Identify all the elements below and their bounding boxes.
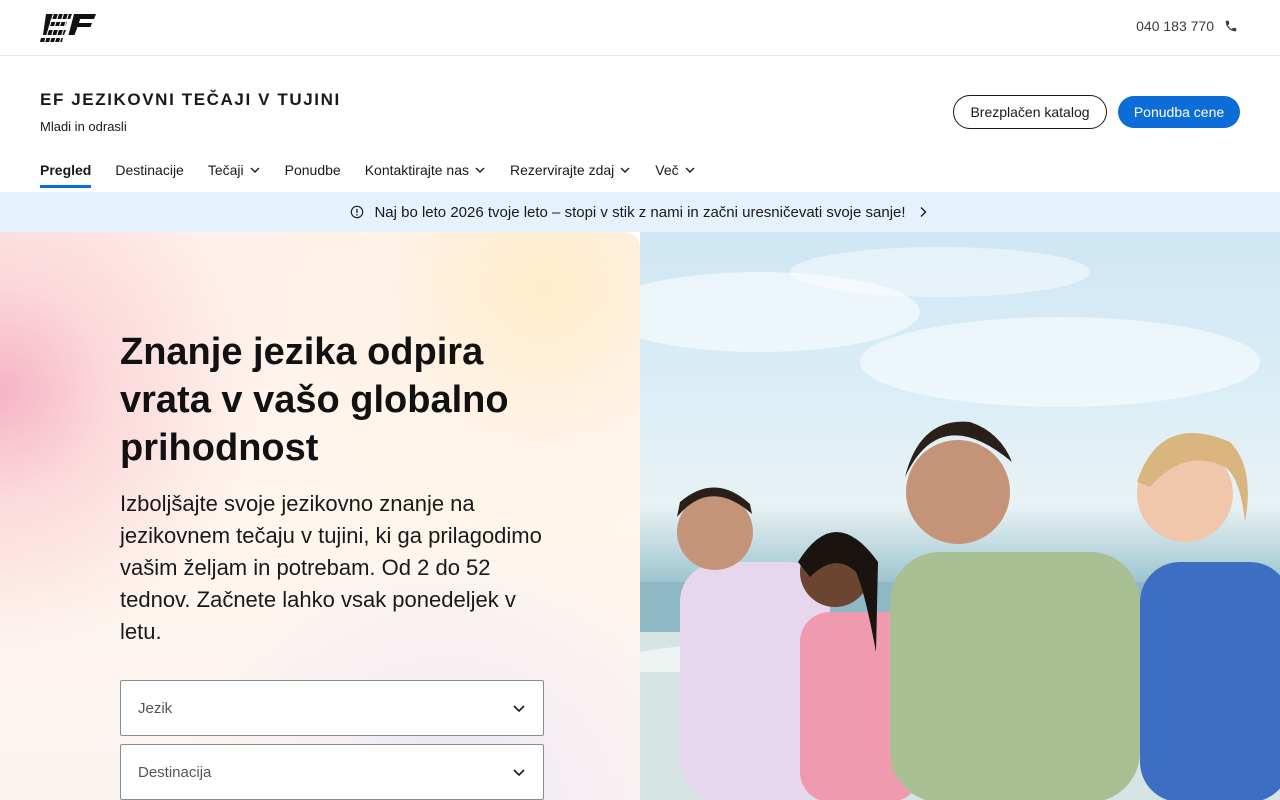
main-nav: Pregled Destinacije Tečaji Ponudbe Konta… bbox=[40, 156, 696, 192]
nav-item-label: Destinacije bbox=[115, 162, 184, 178]
phone-number: 040 183 770 bbox=[1136, 18, 1214, 34]
nav-item-label: Pregled bbox=[40, 162, 92, 178]
ef-logo[interactable] bbox=[40, 12, 96, 44]
nav-item-rezervirajte-zdaj[interactable]: Rezervirajte zdaj bbox=[510, 156, 631, 188]
destination-select[interactable]: Destinacija bbox=[120, 744, 544, 800]
nav-item-pregled[interactable]: Pregled bbox=[40, 156, 92, 188]
free-catalog-button[interactable]: Brezplačen katalog bbox=[953, 95, 1107, 129]
phone-contact[interactable]: 040 183 770 bbox=[1136, 18, 1238, 34]
chevron-down-icon bbox=[620, 167, 630, 173]
hero-lead: Izboljšajte svoje jezikovno znanje na je… bbox=[120, 491, 542, 644]
language-select-placeholder: Jezik bbox=[138, 699, 173, 717]
language-select[interactable]: Jezik bbox=[120, 680, 544, 736]
nav-item-label: Ponudbe bbox=[284, 162, 341, 178]
phone-icon bbox=[1225, 20, 1237, 32]
hero-photo bbox=[640, 232, 1280, 800]
nav-item-destinacije[interactable]: Destinacije bbox=[115, 156, 183, 188]
price-quote-button[interactable]: Ponudba cene bbox=[1118, 96, 1240, 128]
nav-item-tecaji[interactable]: Tečaji bbox=[208, 156, 261, 188]
chevron-down-icon bbox=[685, 167, 695, 173]
nav-item-label: Več bbox=[655, 162, 679, 178]
nav-item-label: Kontaktirajte nas bbox=[364, 162, 469, 178]
chevron-down-icon bbox=[513, 705, 525, 713]
hero-headline: Znanje jezika odpira vrata v vašo global… bbox=[120, 331, 509, 469]
nav-item-label: Tečaji bbox=[207, 162, 244, 178]
chevron-down-icon bbox=[475, 167, 485, 173]
nav-item-ponudbe[interactable]: Ponudbe bbox=[285, 156, 341, 188]
info-icon bbox=[351, 205, 364, 219]
top-bar: 040 183 770 bbox=[0, 0, 1280, 56]
destination-select-placeholder: Destinacija bbox=[138, 763, 212, 781]
chevron-down-icon bbox=[513, 769, 525, 777]
banner-text: Naj bo leto 2026 tvoje leto – stopi v st… bbox=[374, 203, 906, 221]
promo-banner[interactable]: Naj bo leto 2026 tvoje leto – stopi v st… bbox=[0, 192, 1280, 232]
brand-subtitle: Mladi in odrasli bbox=[40, 119, 127, 134]
nav-item-label: Rezervirajte zdaj bbox=[510, 162, 615, 178]
chevron-down-icon bbox=[250, 167, 260, 173]
hero-section: Znanje jezika odpira vrata v vašo global… bbox=[0, 232, 1280, 800]
students-beach-illustration bbox=[640, 247, 1280, 800]
nav-item-vec[interactable]: Več bbox=[655, 156, 695, 188]
chevron-right-icon bbox=[920, 207, 927, 217]
nav-item-kontaktirajte-nas[interactable]: Kontaktirajte nas bbox=[365, 156, 486, 188]
brand-title: EF JEZIKOVNI TEČAJI V TUJINI bbox=[40, 90, 341, 109]
